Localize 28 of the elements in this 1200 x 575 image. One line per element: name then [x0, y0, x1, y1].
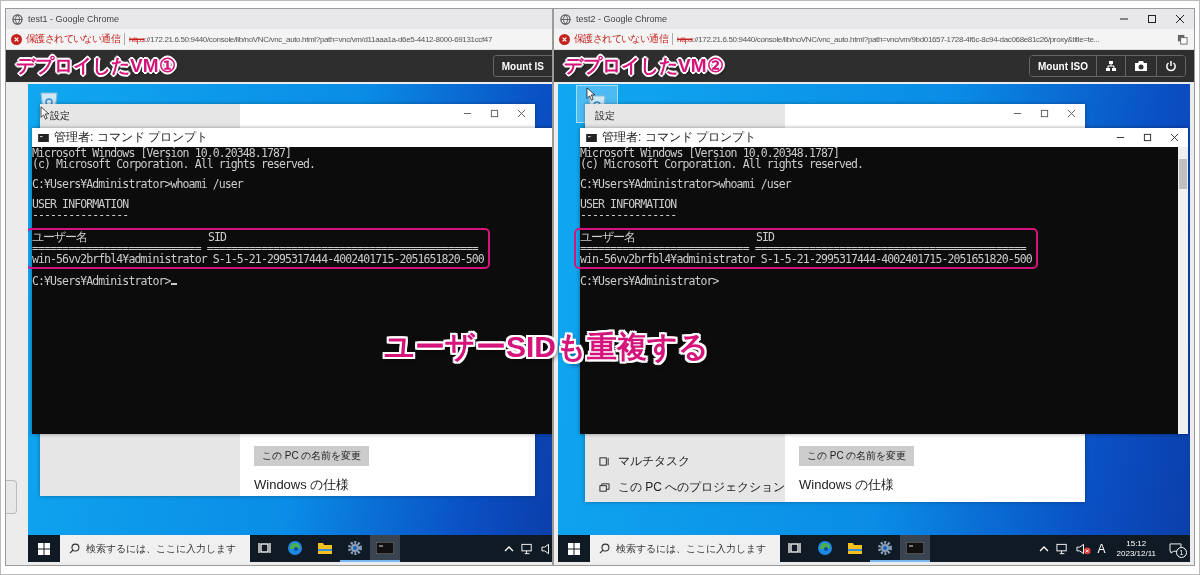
vm-label: デプロイしたVM② [564, 54, 724, 78]
console-line: C:¥Users¥Administrator>whoami /user [580, 179, 791, 190]
window-title: 設定 [595, 109, 615, 123]
console-line: Microsoft Windows [Version 10.0.20348.1787] [32, 148, 291, 159]
console-line: USER INFORMATION [580, 199, 677, 210]
console-line: ユーザー名 SID [32, 232, 228, 243]
console-line: C:¥Users¥Administrator> [580, 276, 719, 287]
window-title: test2 - Google Chrome [576, 14, 668, 24]
console-line: ---------------- [32, 210, 129, 221]
console-line: ============================ ============================================= [580, 243, 1027, 254]
console-line: ---------------- [580, 210, 677, 221]
console-line: win-56vv2brfbl4¥administrator S-1-5-21-2995317444-4002401715-2051651820-500 [32, 254, 484, 265]
section-heading: Windows の仕様 [799, 476, 895, 494]
console-line: ユーザー名 SID [580, 232, 776, 243]
section-heading: Windows の仕様 [254, 476, 350, 494]
console-line: win-56vv2brfbl4¥administrator S-1-5-21-2995317444-4002401715-2051651820-500 [580, 254, 1032, 265]
console-line: USER INFORMATION [32, 199, 129, 210]
console-line: (c) Microsoft Corporation. All rights reserved. [32, 159, 316, 170]
window-title: 管理者: コマンド プロンプト [602, 129, 756, 146]
console-line: C:¥Users¥Administrator>whoami /user [32, 179, 243, 190]
console-line: C:¥Users¥Administrator> [32, 276, 177, 287]
window-title: 管理者: コマンド プロンプト [54, 129, 208, 146]
window-title: 設定 [50, 109, 70, 123]
vm-label: デプロイしたVM① [16, 54, 176, 78]
console-line: ============================ ============================================= [32, 243, 479, 254]
console-line: (c) Microsoft Corporation. All rights reserved. [580, 159, 864, 170]
console-line: Microsoft Windows [Version 10.0.20348.1787] [580, 148, 839, 159]
window-title: test1 - Google Chrome [28, 14, 120, 24]
